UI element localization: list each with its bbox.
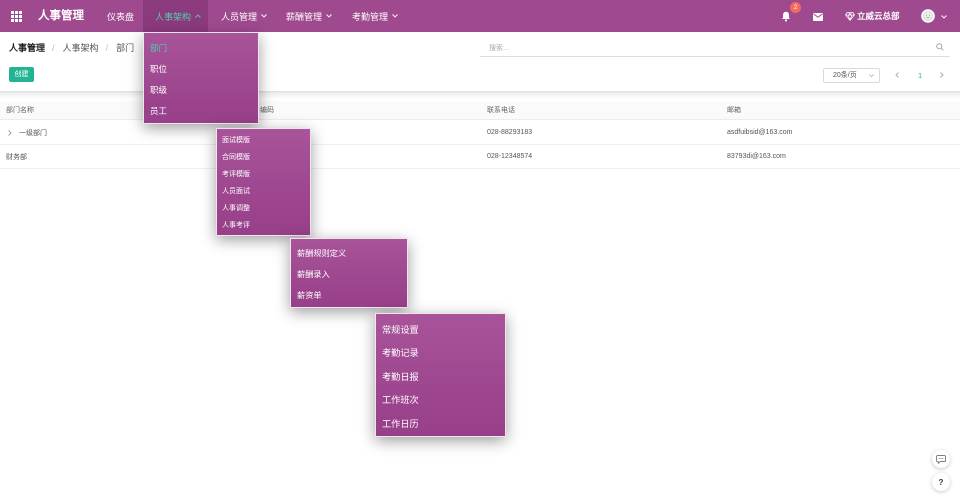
breadcrumb-item-current: 部门 xyxy=(116,43,135,53)
menu-item-evaluation-template[interactable]: 考评模版 xyxy=(217,165,310,182)
nav-org-structure-label: 人事架构 xyxy=(155,11,192,22)
diamond-icon xyxy=(845,12,855,21)
nav-personnel[interactable]: 人员管理 xyxy=(209,0,273,32)
menu-item-contract-template[interactable]: 合同模版 xyxy=(217,148,310,165)
salary-dropdown: 薪酬规则定义 薪酬录入 薪资单 xyxy=(290,238,408,308)
menu-item-department[interactable]: 部门 xyxy=(144,37,258,58)
personnel-dropdown: 面试模版 合同模版 考评模版 人员面试 人事调整 人事考评 xyxy=(216,128,311,236)
menu-item-evaluation[interactable]: 人事考评 xyxy=(217,216,310,233)
nav-attendance[interactable]: 考勤管理 xyxy=(340,0,404,32)
page-size-select[interactable]: 20条/页 xyxy=(823,68,880,83)
current-page[interactable]: 1 xyxy=(918,71,922,80)
search-icon[interactable] xyxy=(936,43,944,51)
nav-attendance-label: 考勤管理 xyxy=(352,11,389,22)
menu-item-general-settings[interactable]: 常规设置 xyxy=(376,317,505,341)
menu-item-salary-rules[interactable]: 薪酬规则定义 xyxy=(291,242,407,263)
chevron-right-icon[interactable] xyxy=(940,72,944,78)
breadcrumb: 人事管理 / 人事架构 / 部门 xyxy=(9,43,134,54)
notification-badge: 2 xyxy=(790,2,801,13)
menu-item-position[interactable]: 职位 xyxy=(144,58,258,79)
column-header-name[interactable]: 部门名称 xyxy=(6,101,34,119)
top-navbar: 人事管理 仪表盘 人事架构 人员管理 薪酬管理 考勤管理 2 立威云总部 xyxy=(0,0,960,32)
nav-salary[interactable]: 薪酬管理 xyxy=(274,0,339,32)
department-email: 83793di@163.com xyxy=(727,153,786,160)
breadcrumb-item-root[interactable]: 人事管理 xyxy=(9,43,45,54)
create-button[interactable]: 创建 xyxy=(9,67,34,82)
menu-item-shifts[interactable]: 工作班次 xyxy=(376,388,505,412)
department-phone: 028-12348574 xyxy=(487,153,533,160)
attendance-dropdown: 常规设置 考勤记录 考勤日报 工作班次 工作日历 xyxy=(375,313,506,437)
envelope-icon[interactable] xyxy=(813,12,823,21)
search-input[interactable] xyxy=(480,40,920,56)
nav-salary-label: 薪酬管理 xyxy=(286,11,323,22)
department-email: asdfuibsid@163.com xyxy=(727,129,793,136)
department-name: 财务部 xyxy=(6,153,27,161)
breadcrumb-separator: / xyxy=(105,43,109,53)
chevron-down-icon xyxy=(869,74,874,78)
menu-item-interview-template[interactable]: 面试模版 xyxy=(217,131,310,148)
org-structure-dropdown: 部门 职位 职级 员工 xyxy=(143,33,259,124)
menu-item-daily-report[interactable]: 考勤日报 xyxy=(376,364,505,388)
department-phone: 028-88293183 xyxy=(487,129,533,136)
question-icon: ? xyxy=(938,477,944,487)
app-title[interactable]: 人事管理 xyxy=(38,9,84,23)
menu-item-salary-entry[interactable]: 薪酬录入 xyxy=(291,263,407,284)
menu-item-work-calendar[interactable]: 工作日历 xyxy=(376,411,505,435)
chevron-down-icon xyxy=(261,14,267,18)
breadcrumb-separator: / xyxy=(52,43,55,53)
help-button[interactable]: ? xyxy=(932,473,950,491)
table-row[interactable]: 一级部门 028-88293183 asdfuibsid@163.com xyxy=(0,121,960,145)
column-header-code[interactable]: 编码 xyxy=(260,101,274,119)
nav-org-structure[interactable]: 人事架构 xyxy=(143,0,208,32)
chevron-left-icon[interactable] xyxy=(895,72,899,78)
chat-button[interactable] xyxy=(932,450,950,468)
breadcrumb-item-org[interactable]: 人事架构 xyxy=(63,43,99,54)
column-header-email[interactable]: 邮箱 xyxy=(727,101,741,119)
table-row[interactable]: 财务部 028-12348574 83793di@163.com xyxy=(0,145,960,169)
chat-icon xyxy=(936,454,946,464)
page-size-value: 20条/页 xyxy=(833,72,857,79)
column-header-phone[interactable]: 联系电话 xyxy=(487,101,515,119)
chevron-down-icon[interactable] xyxy=(941,14,947,19)
nav-personnel-label: 人员管理 xyxy=(221,11,258,22)
search-box xyxy=(480,40,950,57)
apps-grid-icon[interactable] xyxy=(11,11,22,22)
menu-item-payslip[interactable]: 薪资单 xyxy=(291,284,407,305)
nav-dashboard-label: 仪表盘 xyxy=(107,11,135,22)
menu-item-attendance-records[interactable]: 考勤记录 xyxy=(376,341,505,365)
menu-item-adjustment[interactable]: 人事调整 xyxy=(217,199,310,216)
nav-dashboard[interactable]: 仪表盘 xyxy=(95,0,143,32)
menu-item-rank[interactable]: 职级 xyxy=(144,79,258,100)
chevron-right-icon[interactable] xyxy=(8,130,12,136)
department-name: 一级部门 xyxy=(19,129,47,137)
chevron-up-icon xyxy=(195,14,201,18)
menu-item-employee[interactable]: 员工 xyxy=(144,100,258,121)
chevron-down-icon xyxy=(326,14,332,18)
chevron-down-icon xyxy=(392,14,398,18)
bell-icon[interactable] xyxy=(781,11,791,22)
avatar-icon[interactable] xyxy=(921,9,935,23)
company-switcher[interactable]: 立威云总部 xyxy=(857,11,900,21)
menu-item-interview[interactable]: 人员面试 xyxy=(217,182,310,199)
